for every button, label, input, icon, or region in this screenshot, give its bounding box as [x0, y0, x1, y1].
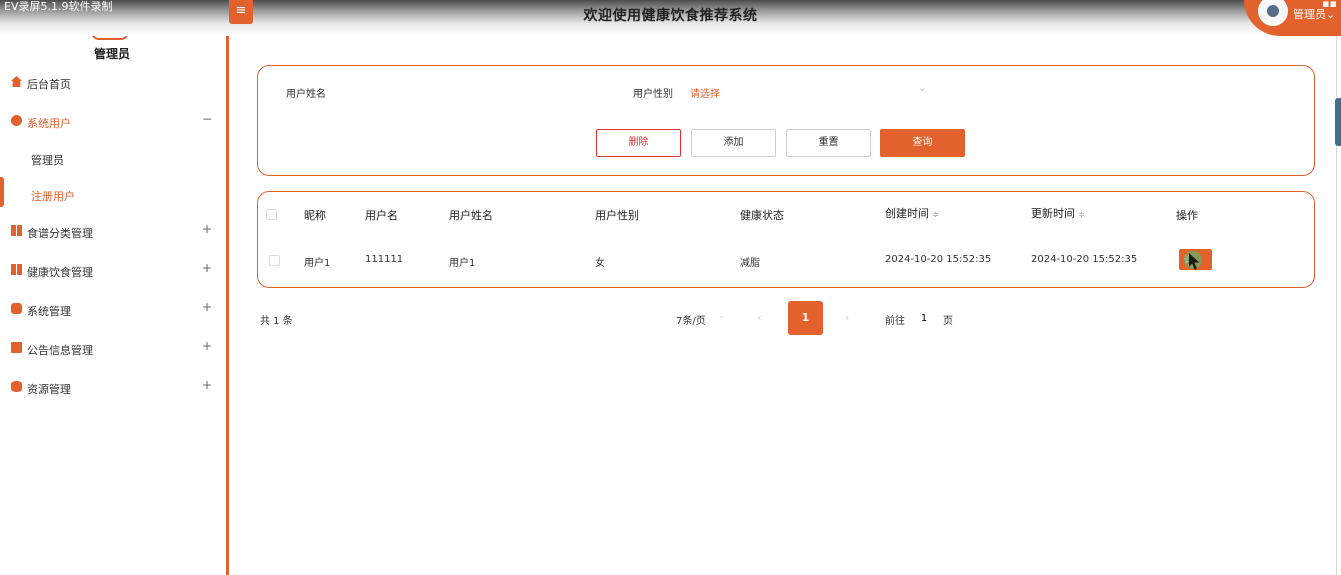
cell-gender: 女 [595, 258, 605, 269]
sidebar-item-system-users[interactable]: 系统用户 − [0, 112, 224, 132]
sort-icon: ≑ [1078, 210, 1085, 219]
select-all-checkbox[interactable] [266, 209, 277, 220]
prev-page-button[interactable]: ‹ [757, 311, 761, 324]
avatar [1258, 0, 1288, 26]
column-header-health-status: 健康状态 [740, 209, 784, 222]
chevron-down-icon: ⌄ [718, 311, 726, 321]
expand-icon[interactable]: + [202, 222, 212, 236]
sidebar-item-home[interactable]: 后台首页 [0, 73, 224, 93]
sidebar-role-label: 管理员 [93, 47, 130, 61]
goto-label: 前往 [885, 316, 905, 327]
sort-icon: ≑ [932, 210, 939, 219]
cell-nickname: 用户1 [304, 258, 331, 269]
data-table [257, 191, 1315, 288]
collapse-icon[interactable]: − [202, 112, 212, 126]
recorder-watermark: EV录屏5.1.9软件录制 [4, 0, 113, 13]
sidebar-item-healthy-diet[interactable]: 健康饮食管理 + [0, 261, 224, 281]
goto-unit-label: 页 [943, 316, 953, 327]
delete-button[interactable]: 删除 [596, 129, 681, 157]
sidebar-subitem-label: 注册用户 [31, 190, 75, 203]
row-checkbox[interactable] [269, 255, 280, 266]
expand-icon[interactable]: + [202, 339, 212, 353]
column-header-username: 用户名 [365, 209, 398, 222]
next-page-button[interactable]: › [845, 311, 849, 324]
sidebar-subitem-admin[interactable]: 管理员 [0, 149, 224, 169]
chevron-down-icon: ⌄ [918, 83, 927, 94]
app-root: 管理员 后台首页 系统用户 − 管理员 注册用户 食谱分类管理 + 健康饮食管理… [0, 0, 1341, 575]
cell-health-status: 减脂 [740, 258, 760, 269]
cell-created: 2024-10-20 15:52:35 [885, 254, 992, 265]
page-size-select[interactable]: 7条/页 [676, 312, 706, 327]
sidebar-item-announcements[interactable]: 公告信息管理 + [0, 339, 224, 359]
sidebar-item-recipe-category[interactable]: 食谱分类管理 + [0, 222, 224, 242]
column-header-gender: 用户性别 [595, 209, 639, 222]
cell-real-name: 用户1 [449, 258, 476, 269]
gender-field-label: 用户性别 [633, 89, 673, 100]
name-search-input[interactable] [340, 81, 580, 103]
gender-select-placeholder: 请选择 [690, 89, 720, 100]
grid-icon [11, 264, 22, 275]
cell-username: 111111 [365, 254, 404, 265]
grid-icon [11, 225, 22, 236]
reset-button[interactable]: 重置 [786, 129, 871, 157]
goto-page-input[interactable] [914, 309, 934, 327]
sidebar-item-system-management[interactable]: 系统管理 + [0, 300, 224, 320]
sidebar-subitem-label: 管理员 [31, 154, 64, 167]
document-icon [11, 342, 22, 353]
sidebar-item-resources[interactable]: 资源管理 + [0, 378, 224, 398]
menu-toggle-button[interactable]: ≡ [229, 0, 253, 24]
window-control-icon[interactable]: ▪▪ [1322, 0, 1337, 10]
page-title: 欢迎使用健康饮食推荐系统 [583, 8, 758, 24]
total-count: 共 1 条 [260, 316, 293, 327]
add-button[interactable]: 添加 [691, 129, 776, 157]
column-header-created[interactable]: 创建时间 ≑ [885, 205, 939, 221]
sidebar-item-label: 健康饮食管理 [27, 266, 93, 279]
sidebar-item-label: 公告信息管理 [27, 344, 93, 357]
column-header-nickname: 昵称 [304, 209, 326, 222]
current-page-button[interactable]: 1 [788, 301, 823, 335]
side-tab-handle[interactable] [1335, 98, 1341, 146]
expand-icon[interactable]: + [202, 378, 212, 392]
house-icon [11, 76, 22, 87]
sidebar: 管理员 后台首页 系统用户 − 管理员 注册用户 食谱分类管理 + 健康饮食管理… [0, 0, 229, 575]
sidebar-item-label: 食谱分类管理 [27, 227, 93, 240]
sidebar-item-label: 后台首页 [27, 78, 71, 91]
expand-icon[interactable]: + [202, 261, 212, 275]
column-header-actions: 操作 [1176, 209, 1198, 222]
sidebar-subitem-registered-users[interactable]: 注册用户 [0, 185, 224, 205]
gender-select[interactable]: 请选择 ⌄ [690, 81, 930, 103]
cell-updated: 2024-10-20 15:52:35 [1031, 254, 1138, 265]
gear-icon [11, 303, 22, 314]
column-header-real-name: 用户姓名 [449, 209, 493, 222]
column-header-updated[interactable]: 更新时间 ≑ [1031, 205, 1085, 221]
sidebar-item-label: 系统用户 [27, 117, 71, 130]
top-bar: 欢迎使用健康饮食推荐系统 [0, 0, 1341, 36]
expand-icon[interactable]: + [202, 300, 212, 314]
sidebar-item-label: 系统管理 [27, 305, 71, 318]
query-button[interactable]: 查询 [880, 129, 965, 157]
database-icon [11, 381, 22, 392]
user-circle-icon [11, 115, 22, 126]
name-field-label: 用户姓名 [286, 89, 326, 100]
sidebar-item-label: 资源管理 [27, 383, 71, 396]
